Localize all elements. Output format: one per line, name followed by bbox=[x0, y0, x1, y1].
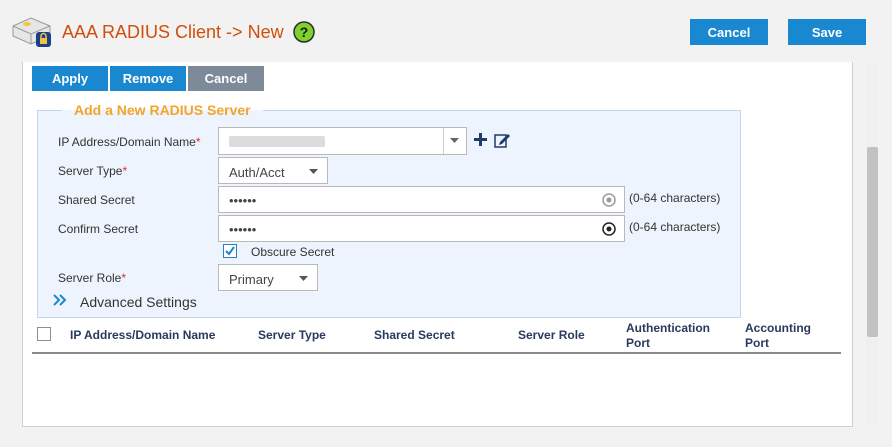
server-type-label: Server Type* bbox=[58, 164, 128, 178]
remove-button[interactable]: Remove bbox=[110, 66, 186, 91]
shared-secret-value: •••••• bbox=[229, 193, 257, 208]
shared-secret-hint: (0-64 characters) bbox=[629, 191, 721, 205]
server-type-value: Auth/Acct bbox=[229, 165, 285, 180]
ip-address-label: IP Address/Domain Name* bbox=[58, 135, 201, 149]
confirm-secret-value: •••••• bbox=[229, 222, 257, 237]
page-header: AAA RADIUS Client -> New ? Cancel Save bbox=[0, 0, 892, 62]
edit-icon[interactable] bbox=[494, 132, 511, 148]
save-button[interactable]: Save bbox=[788, 19, 866, 45]
advanced-settings-link[interactable]: Advanced Settings bbox=[80, 294, 197, 310]
ip-address-value-obscured bbox=[229, 136, 325, 147]
shared-secret-label: Shared Secret bbox=[58, 193, 135, 207]
select-all-checkbox[interactable] bbox=[37, 327, 51, 341]
server-role-label: Server Role* bbox=[58, 271, 127, 285]
ip-dropdown-toggle[interactable] bbox=[443, 128, 466, 154]
chevron-down-icon bbox=[299, 276, 308, 281]
server-type-select[interactable]: Auth/Acct bbox=[218, 157, 328, 184]
double-chevron-right-icon[interactable] bbox=[53, 294, 67, 306]
radius-client-icon bbox=[12, 17, 51, 47]
help-icon[interactable]: ? bbox=[293, 21, 315, 43]
column-header-server-role[interactable]: Server Role bbox=[518, 328, 585, 343]
column-header-shared-secret[interactable]: Shared Secret bbox=[374, 328, 455, 343]
confirm-secret-hint: (0-64 characters) bbox=[629, 220, 721, 234]
eye-toggle-icon[interactable] bbox=[602, 222, 616, 236]
scrollbar-thumb[interactable] bbox=[867, 147, 878, 337]
ip-address-combobox[interactable] bbox=[218, 127, 467, 155]
obscure-secret-checkbox[interactable] bbox=[223, 244, 237, 258]
shared-secret-input[interactable]: •••••• bbox=[218, 186, 625, 213]
column-header-ip[interactable]: IP Address/Domain Name bbox=[70, 328, 215, 343]
eye-toggle-icon[interactable] bbox=[602, 193, 616, 207]
action-cancel-button[interactable]: Cancel bbox=[188, 66, 264, 91]
checkmark-icon bbox=[225, 246, 235, 256]
apply-button[interactable]: Apply bbox=[32, 66, 108, 91]
svg-text:?: ? bbox=[300, 24, 309, 40]
section-legend: Add a New RADIUS Server bbox=[74, 102, 251, 118]
confirm-secret-input[interactable]: •••••• bbox=[218, 215, 625, 242]
add-icon[interactable] bbox=[474, 133, 487, 146]
page-title: AAA RADIUS Client -> New bbox=[62, 22, 284, 42]
server-role-value: Primary bbox=[229, 272, 274, 287]
server-role-select[interactable]: Primary bbox=[218, 264, 318, 291]
header-cancel-button[interactable]: Cancel bbox=[690, 19, 768, 45]
confirm-secret-label: Confirm Secret bbox=[58, 222, 139, 236]
column-header-acct-port[interactable]: Accounting Port bbox=[745, 321, 825, 351]
chevron-down-icon bbox=[309, 169, 318, 174]
column-header-auth-port[interactable]: Authentication Port bbox=[626, 321, 726, 351]
column-header-server-type[interactable]: Server Type bbox=[258, 328, 326, 343]
obscure-secret-label: Obscure Secret bbox=[251, 245, 335, 259]
chevron-down-icon bbox=[450, 138, 459, 143]
table-header-divider bbox=[32, 352, 841, 354]
